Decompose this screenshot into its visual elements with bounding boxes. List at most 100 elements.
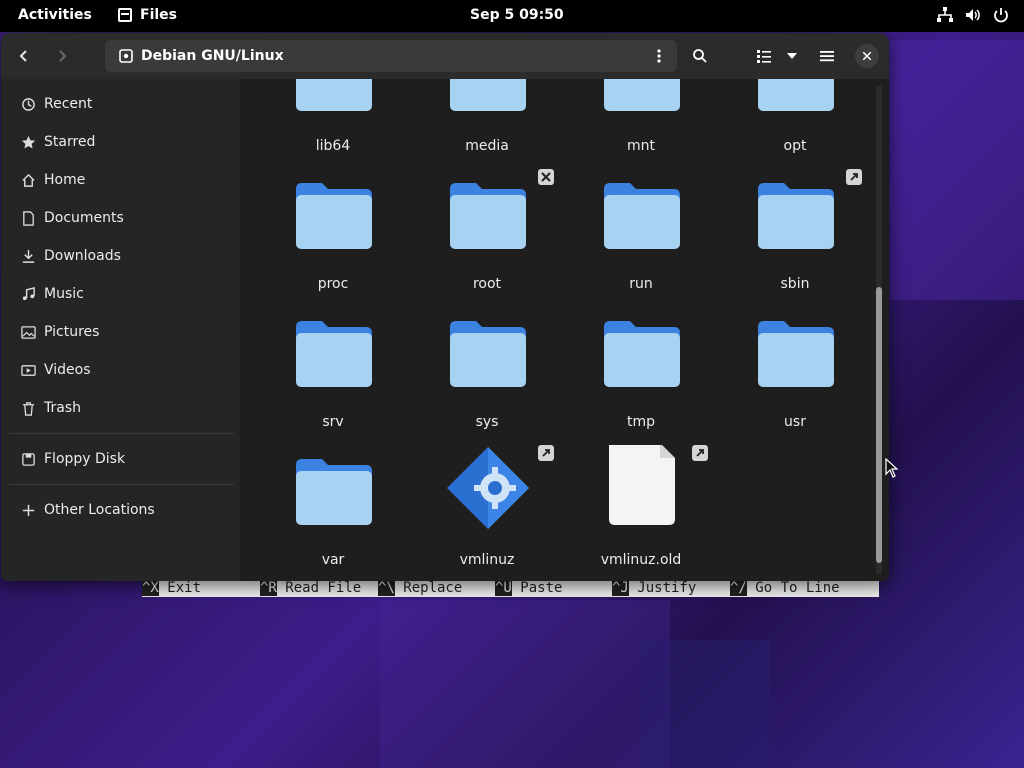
music-icon	[20, 286, 36, 302]
file-item-media[interactable]: media	[422, 79, 552, 167]
mouse-cursor-icon	[885, 458, 899, 478]
power-icon	[994, 8, 1008, 23]
sidebar-separator	[9, 433, 234, 434]
video-icon	[20, 362, 36, 378]
file-item-vmlinuz[interactable]: vmlinuz	[422, 445, 554, 581]
folder-icon	[296, 321, 372, 387]
search-button[interactable]	[685, 41, 715, 71]
folder-icon	[758, 79, 834, 111]
sidebar-separator	[9, 484, 234, 485]
search-icon	[693, 49, 707, 63]
folder-icon	[604, 321, 680, 387]
folder-icon	[296, 79, 372, 111]
path-bar[interactable]: Debian GNU/Linux	[105, 40, 677, 72]
sidebar-item-label: Downloads	[44, 248, 121, 264]
folder-icon	[450, 321, 526, 387]
close-window-button[interactable]	[855, 44, 879, 68]
file-item-run[interactable]: run	[576, 175, 706, 305]
activities-button[interactable]: Activities	[18, 7, 92, 23]
file-item-tmp[interactable]: tmp	[576, 313, 706, 443]
sidebar-item-label: Home	[44, 172, 86, 188]
files-app-icon	[118, 8, 132, 22]
file-item-opt[interactable]: opt	[730, 79, 860, 167]
sidebar-item-pictures[interactable]: Pictures	[1, 315, 241, 349]
file-item-proc[interactable]: proc	[268, 175, 398, 305]
file-grid: lib64 media mnt opt proc root run sbin s…	[242, 79, 889, 581]
sidebar-item-label: Floppy Disk	[44, 451, 126, 467]
file-item-srv[interactable]: srv	[268, 313, 398, 443]
sidebar-item-label: Recent	[44, 96, 93, 112]
file-item-root[interactable]: root	[422, 169, 554, 305]
sidebar-item-label: Trash	[44, 400, 81, 416]
top-bar: Activities Files Sep 5 09:50	[0, 0, 1024, 32]
file-name: usr	[784, 414, 806, 430]
folder-icon	[758, 183, 834, 249]
unreadable-emblem-icon	[538, 169, 554, 185]
file-item-mnt[interactable]: mnt	[576, 79, 706, 167]
sidebar: Recent Starred Home Documents Downloads …	[1, 79, 241, 581]
clock[interactable]: Sep 5 09:50	[470, 7, 564, 23]
folder-icon	[450, 79, 526, 111]
file-name: var	[321, 552, 345, 568]
sidebar-item-videos[interactable]: Videos	[1, 353, 241, 387]
file-item-var[interactable]: var	[268, 451, 398, 581]
app-menu-button[interactable]: Files	[118, 7, 177, 23]
file-item-sbin[interactable]: sbin	[730, 169, 862, 305]
hamburger-menu-icon	[820, 51, 834, 62]
more-vertical-icon[interactable]	[651, 48, 667, 64]
plus-icon	[20, 502, 36, 518]
main-menu-button[interactable]	[812, 41, 842, 71]
file-name: sbin	[780, 276, 810, 292]
nano-shortcut: ^X Exit	[142, 580, 202, 596]
sidebar-item-music[interactable]: Music	[1, 277, 241, 311]
chevron-down-icon	[787, 53, 797, 59]
sidebar-item-starred[interactable]: Starred	[1, 125, 241, 159]
sidebar-item-label: Videos	[44, 362, 91, 378]
symlink-emblem-icon	[538, 445, 554, 461]
forward-button[interactable]	[47, 41, 77, 71]
file-item-vmlinuz-old[interactable]: vmlinuz.old	[576, 445, 708, 581]
sidebar-item-trash[interactable]: Trash	[1, 391, 241, 425]
sidebar-item-home[interactable]: Home	[1, 163, 241, 197]
scrollbar-thumb[interactable]	[876, 287, 882, 563]
list-view-button[interactable]	[749, 41, 779, 71]
wallpaper-tile	[380, 600, 670, 768]
file-icon	[609, 445, 675, 525]
volume-icon	[966, 9, 980, 21]
file-name: opt	[783, 138, 807, 154]
network-icon	[937, 7, 953, 22]
symlink-emblem-icon	[846, 169, 862, 185]
list-view-icon	[757, 50, 771, 63]
file-name: sys	[475, 414, 499, 430]
sidebar-item-label: Starred	[44, 134, 96, 150]
download-icon	[20, 248, 36, 264]
file-item-sys[interactable]: sys	[422, 313, 552, 443]
sidebar-item-recent[interactable]: Recent	[1, 87, 241, 121]
system-tray[interactable]	[936, 6, 1010, 24]
sidebar-item-floppy-disk[interactable]: Floppy Disk	[1, 442, 241, 476]
drive-icon	[119, 49, 133, 63]
file-item-lib64[interactable]: lib64	[268, 79, 398, 167]
files-window: Debian GNU/Linux Recent Starred Home Doc…	[1, 33, 889, 581]
nano-shortcut: ^/ Go To Line	[730, 580, 840, 596]
sidebar-item-label: Other Locations	[44, 502, 155, 518]
file-name: media	[465, 138, 509, 154]
folder-icon	[758, 321, 834, 387]
header-bar: Debian GNU/Linux	[1, 33, 889, 79]
file-name: run	[629, 276, 653, 292]
executable-icon	[447, 447, 529, 529]
view-options-button[interactable]	[777, 41, 807, 71]
terminal-nano-shortcuts: ^X Exit ^R Read File ^\ Replace ^U Paste…	[142, 579, 879, 597]
home-icon	[20, 172, 36, 188]
folder-icon	[450, 183, 526, 249]
wallpaper-tile	[640, 640, 770, 768]
back-button[interactable]	[9, 41, 39, 71]
file-item-usr[interactable]: usr	[730, 313, 860, 443]
chevron-left-icon	[19, 50, 27, 62]
file-name: lib64	[315, 138, 351, 154]
file-name: vmlinuz.old	[600, 552, 682, 568]
sidebar-item-documents[interactable]: Documents	[1, 201, 241, 235]
sidebar-item-other-locations[interactable]: Other Locations	[1, 493, 241, 527]
sidebar-item-downloads[interactable]: Downloads	[1, 239, 241, 273]
chevron-right-icon	[59, 50, 67, 62]
